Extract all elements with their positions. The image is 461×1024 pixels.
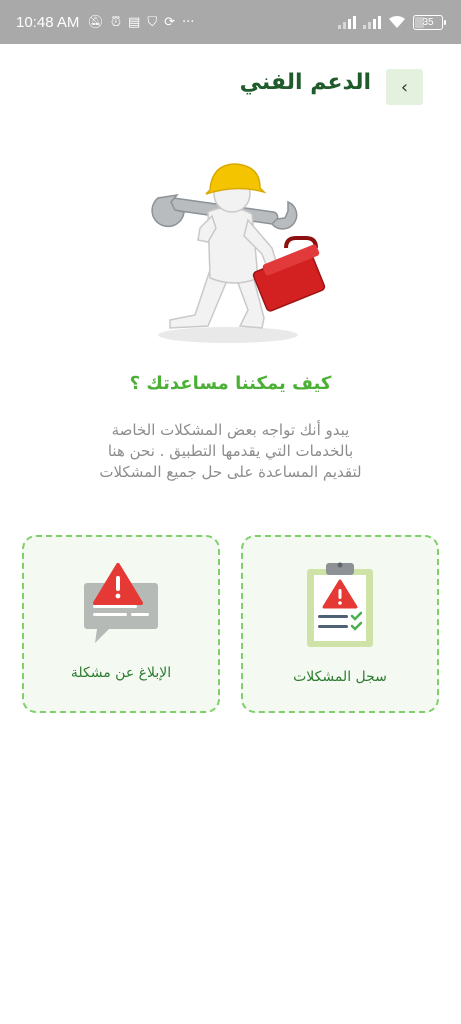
signal-icon — [363, 15, 381, 29]
mute-icon: 🔕︎ — [87, 14, 104, 30]
page-title: الدعم الفني — [239, 70, 371, 95]
report-problem-label: الإبلاغ عن مشكلة — [70, 665, 172, 681]
sync-icon: ⟳ — [164, 14, 176, 30]
help-question-heading: كيف يمكننا مساعدتك ؟ — [129, 373, 332, 394]
status-icons: 🔕︎ ⏰︎ ▤ ⛉ ⟳ ··· — [87, 15, 194, 30]
problems-log-label: سجل المشكلات — [293, 669, 387, 685]
notification-icon: ▤ — [128, 14, 141, 30]
chevron-left-icon: ‹ — [400, 76, 409, 98]
status-time: 10:48 AM — [16, 13, 80, 31]
description-line: بالخدمات التي يقدمها التطبيق . نحن هنا — [107, 442, 354, 460]
battery-level: 35 — [422, 16, 434, 28]
shield-icon: ⛉ — [147, 14, 158, 30]
signal-icon — [338, 15, 356, 29]
header: الدعم الفني ‹ — [0, 68, 461, 106]
status-left: 10:48 AM 🔕︎ ⏰︎ ▤ ⛉ ⟳ ··· — [16, 14, 194, 31]
report-problem-card[interactable]: الإبلاغ عن مشكلة — [22, 535, 220, 713]
back-button[interactable]: ‹ — [386, 69, 423, 105]
problems-log-card[interactable]: سجل المشكلات — [241, 535, 439, 713]
help-description: يبدو أنك تواجه بعض المشكلات الخاصة بالخد… — [40, 420, 421, 483]
more-icon: ··· — [182, 14, 195, 30]
alert-message-icon — [84, 563, 158, 643]
clipboard-alert-icon — [307, 562, 373, 647]
status-right: 35 — [338, 14, 446, 30]
support-worker-illustration — [151, 163, 326, 343]
description-line: لتقديم المساعدة على حل جميع المشكلات — [99, 463, 362, 481]
status-bar: 10:48 AM 🔕︎ ⏰︎ ▤ ⛉ ⟳ ··· 35 — [0, 0, 461, 44]
alarm-icon: ⏰︎ — [110, 14, 122, 30]
description-line: يبدو أنك تواجه بعض المشكلات الخاصة — [111, 421, 350, 439]
wifi-icon — [389, 15, 405, 28]
battery-icon: 35 — [413, 14, 446, 30]
